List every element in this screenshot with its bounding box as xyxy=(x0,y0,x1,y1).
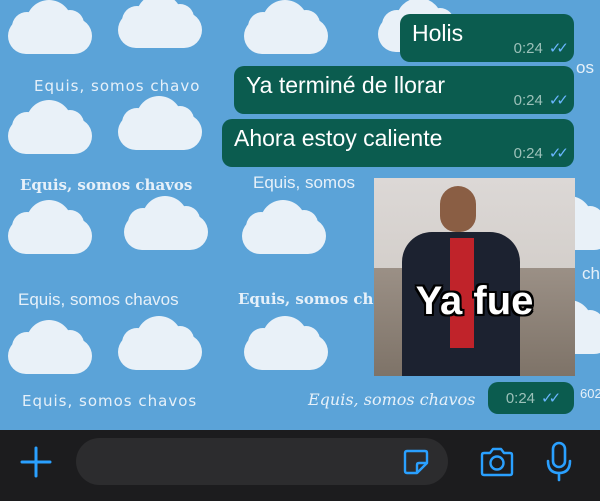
message-bubble[interactable]: Ya terminé de llorar 0:24 ✓✓ xyxy=(234,66,574,114)
cloud-decoration xyxy=(0,320,96,376)
wallpaper-text: 602 xyxy=(580,386,600,401)
sticker-message[interactable]: Ya fue xyxy=(374,178,575,376)
wallpaper-text: Equis, somos chavos xyxy=(20,176,193,194)
message-meta: 0:24 ✓✓ xyxy=(513,92,569,110)
cloud-decoration xyxy=(110,96,206,152)
cloud-decoration xyxy=(234,200,330,256)
message-meta: 0:24 ✓✓ xyxy=(513,40,569,58)
cloud-decoration xyxy=(0,100,96,156)
message-time: 0:24 xyxy=(513,92,543,109)
cloud-decoration xyxy=(116,196,212,252)
cloud-decoration xyxy=(0,0,96,56)
message-bubble[interactable]: Ahora estoy caliente 0:24 ✓✓ xyxy=(222,119,574,167)
message-bubble[interactable]: Holis 0:24 ✓✓ xyxy=(400,14,574,62)
camera-icon[interactable] xyxy=(476,442,518,482)
sticker-time: 0:24 xyxy=(505,389,536,407)
wallpaper-text: Equis, somos chavos xyxy=(308,390,476,409)
read-receipt-icon: ✓✓ xyxy=(548,145,569,162)
sticker-caption: Ya fue xyxy=(415,279,534,323)
sticker-icon[interactable] xyxy=(396,442,436,482)
read-receipt-icon: ✓✓ xyxy=(548,92,569,109)
message-text: Ya terminé de llorar xyxy=(246,72,445,98)
read-receipt-icon: ✓✓ xyxy=(548,40,569,57)
read-receipt-icon: ✓✓ xyxy=(541,390,561,407)
message-input[interactable] xyxy=(76,438,448,485)
wallpaper-text: Equis, somos chavos xyxy=(22,392,198,410)
plus-icon[interactable] xyxy=(16,442,56,482)
cloud-decoration xyxy=(236,316,332,372)
message-meta: 0:24 ✓✓ xyxy=(513,145,569,163)
cloud-decoration xyxy=(236,0,332,56)
sticker-person-head xyxy=(440,186,476,232)
wallpaper-text: Equis, somos xyxy=(253,173,356,192)
wallpaper-text: Equis, somos chavos xyxy=(18,290,179,309)
compose-bar xyxy=(0,430,600,501)
cloud-decoration xyxy=(110,0,206,50)
message-time: 0:24 xyxy=(513,145,543,162)
wallpaper-text: ch xyxy=(582,264,600,283)
cloud-decoration xyxy=(110,316,206,372)
message-text: Holis xyxy=(412,20,464,46)
message-text: Ahora estoy caliente xyxy=(234,125,443,151)
cloud-decoration xyxy=(0,200,96,256)
wallpaper-text: Equis, somos chavo xyxy=(34,77,201,95)
message-time: 0:24 xyxy=(513,40,543,57)
sticker-meta: 0:24 ✓✓ xyxy=(488,382,574,414)
microphone-icon[interactable] xyxy=(544,440,574,484)
wallpaper-text: os xyxy=(576,58,594,77)
